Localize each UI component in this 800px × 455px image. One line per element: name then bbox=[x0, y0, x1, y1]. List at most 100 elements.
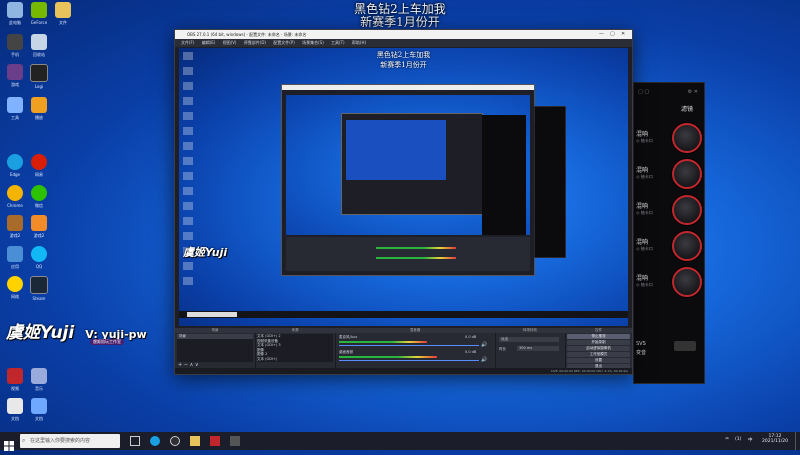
panel-toolbar: ▢ ▢ ⚙ ✕ bbox=[638, 89, 698, 97]
sources-list: 文本 (GDI+) 2 视频采集设备 文本 (GDI+) 3 图像 图像 2 文… bbox=[257, 334, 333, 362]
filter-knob[interactable] bbox=[672, 267, 702, 297]
menu-docks[interactable]: 停靠部件(D) bbox=[244, 40, 266, 45]
stop-stream-button[interactable]: 停止推流 bbox=[567, 334, 630, 339]
menu-scene-collection[interactable]: 场景集合(S) bbox=[302, 40, 324, 45]
mixer-dock: 混音器 麦克风/Aux 0.0 dB 桌面音频 0.0 dB 🔊 🔊 bbox=[335, 328, 496, 368]
filter-label: 混响 bbox=[636, 167, 649, 174]
tray-volume-icon[interactable]: (1) bbox=[735, 437, 741, 442]
doc-icon[interactable]: 文档 bbox=[4, 398, 26, 428]
tray-clock[interactable]: 17:12 2021/11/20 bbox=[760, 434, 790, 444]
streamer-watermark: 虞姬Yuji V: yuji-pw bbox=[6, 318, 147, 343]
start-recording-button[interactable]: 开始录制 bbox=[567, 340, 630, 345]
close-icon[interactable]: ✕ bbox=[621, 30, 625, 39]
filter-row-3[interactable]: 混响 ◎ 抽卡口 bbox=[636, 193, 702, 229]
obs-statusbar: LIVE: 00:00:00 REC: 00:00:00 CPU: 2.1%, … bbox=[175, 368, 632, 374]
filter-knob[interactable] bbox=[672, 231, 702, 261]
panel-toggle[interactable] bbox=[674, 341, 696, 351]
mixer-mic-speaker-icon[interactable]: 🔊 bbox=[481, 342, 487, 348]
mixer-desktop-speaker-icon[interactable]: 🔊 bbox=[481, 357, 487, 363]
mixer-desktop-label: 桌面音频 bbox=[339, 350, 353, 354]
task-view-icon[interactable] bbox=[130, 436, 140, 446]
obs-title: OBS 27.0.1 (64 bit, windows) - 配置文件: 未命名… bbox=[187, 32, 307, 37]
preview-nested-obs bbox=[281, 84, 535, 276]
mixer-mic-fader[interactable] bbox=[339, 345, 479, 346]
preview-desktop-icons bbox=[183, 52, 213, 302]
menu-tools[interactable]: 工具(T) bbox=[331, 40, 345, 45]
panel-bottom-label: SVS bbox=[636, 341, 646, 347]
netease-icon[interactable]: 网易 bbox=[28, 154, 50, 184]
game-icon[interactable]: 游戏 bbox=[4, 64, 26, 94]
stream-banner-line2: 新赛季1月份开 bbox=[360, 15, 440, 29]
obs-preview[interactable]: 黑色钻2上车加我 新赛季1月份开 虞姬Yuji bbox=[179, 48, 628, 326]
geforce-icon[interactable]: GeForce bbox=[28, 2, 50, 32]
menu-edit[interactable]: 编辑(E) bbox=[202, 40, 216, 45]
filter-row-5[interactable]: 混响 ◎ 抽卡口 bbox=[636, 265, 702, 301]
chrome-icon[interactable]: Chrome bbox=[4, 185, 26, 215]
norton-icon[interactable]: 网络 bbox=[4, 276, 26, 306]
logitech-icon[interactable]: Logi bbox=[28, 64, 50, 94]
filter-sub: ◎ 抽卡口 bbox=[636, 282, 653, 287]
video-icon[interactable]: 视频 bbox=[4, 368, 26, 398]
tray-date: 2021/11/20 bbox=[762, 439, 788, 444]
panel-menu-icon[interactable]: ▢ ▢ bbox=[638, 89, 649, 95]
show-desktop-button[interactable] bbox=[795, 432, 800, 450]
tool-icon[interactable]: 工具 bbox=[4, 97, 26, 127]
filter-knob[interactable] bbox=[672, 195, 702, 225]
menu-view[interactable]: 视图(V) bbox=[223, 40, 237, 45]
game2-icon[interactable]: 游戏2 bbox=[4, 215, 26, 245]
controls-dock: 控件 停止推流 开始录制 启动虚拟摄像机 工作室模式 设置 退出 bbox=[565, 328, 632, 369]
this-pc-icon[interactable]: 此电脑 bbox=[4, 2, 26, 32]
music-icon[interactable]: 音乐 bbox=[28, 368, 50, 398]
preview-nested-panel bbox=[534, 106, 566, 258]
studio-mode-button[interactable]: 工作室模式 bbox=[567, 352, 630, 357]
taskbar-obs-icon[interactable] bbox=[170, 436, 180, 446]
qq-icon[interactable]: QQ bbox=[28, 246, 50, 276]
filter-row-2[interactable]: 混响 ◎ 抽卡口 bbox=[636, 157, 702, 193]
edge-icon[interactable]: Edge bbox=[4, 154, 26, 184]
filter-knob[interactable] bbox=[672, 123, 702, 153]
voice-filter-panel: ▢ ▢ ⚙ ✕ 滤镜 混响 ◎ 抽卡口 混响 ◎ 抽卡口 混响 ◎ 抽卡口 混响… bbox=[633, 82, 705, 384]
taskbar-edge-icon[interactable] bbox=[150, 436, 160, 446]
taskbar-search-input[interactable]: 在这里输入你要搜索的内容 bbox=[20, 434, 120, 448]
source-item[interactable]: 文本 (GDI+) bbox=[257, 357, 333, 362]
phone-icon[interactable]: 手机 bbox=[4, 34, 26, 64]
settings-button[interactable]: 设置 bbox=[567, 358, 630, 363]
tray-network-icon[interactable]: ♒ bbox=[725, 437, 729, 442]
tray-lang[interactable]: 中 bbox=[748, 437, 753, 443]
app-icon[interactable]: 应用 bbox=[4, 246, 26, 276]
transition-select[interactable]: 淡出 bbox=[499, 337, 559, 342]
preview-taskbar bbox=[179, 311, 628, 318]
doc2-icon[interactable]: 文档 bbox=[28, 398, 50, 428]
duration-label: 时长 bbox=[499, 347, 506, 351]
folder-icon[interactable]: 文件 bbox=[52, 2, 74, 32]
steam-icon[interactable]: Steam bbox=[28, 276, 50, 306]
wechat-icon[interactable]: 微信 bbox=[28, 185, 50, 215]
mixer-desktop-db: 0.0 dB bbox=[465, 350, 477, 354]
sources-dock: 来源 文本 (GDI+) 2 视频采集设备 文本 (GDI+) 3 图像 图像 … bbox=[255, 328, 336, 368]
media-icon[interactable]: 播放 bbox=[28, 97, 50, 127]
scene-item[interactable]: 场景 bbox=[177, 334, 253, 339]
filter-label: 混响 bbox=[636, 275, 649, 282]
scenes-list: 场景 bbox=[177, 334, 253, 362]
virtual-camera-button[interactable]: 启动虚拟摄像机 bbox=[567, 346, 630, 351]
filter-row-4[interactable]: 混响 ◎ 抽卡口 bbox=[636, 229, 702, 265]
taskbar-explorer-icon[interactable] bbox=[190, 436, 200, 446]
mixer-desktop-fader[interactable] bbox=[339, 360, 479, 361]
filter-row-1[interactable]: 混响 ◎ 抽卡口 bbox=[636, 121, 702, 157]
recycle-icon[interactable]: 回收站 bbox=[28, 34, 50, 64]
menu-file[interactable]: 文件(F) bbox=[181, 40, 194, 45]
taskbar-app2-icon[interactable] bbox=[230, 436, 240, 446]
panel-close-icon[interactable]: ⚙ ✕ bbox=[688, 89, 698, 95]
mixer-mic-db: 0.0 dB bbox=[465, 335, 477, 339]
filter-knob[interactable] bbox=[672, 159, 702, 189]
duration-input[interactable]: 300 ms bbox=[517, 346, 559, 351]
taskbar-app-icon[interactable] bbox=[210, 436, 220, 446]
menu-help[interactable]: 帮助(H) bbox=[352, 40, 366, 45]
menu-profile[interactable]: 配置文件(P) bbox=[273, 40, 295, 45]
minimize-icon[interactable]: — bbox=[599, 30, 604, 39]
windows-start-icon[interactable] bbox=[4, 436, 14, 451]
controls-title: 控件 bbox=[565, 328, 632, 333]
game2-alt-icon[interactable]: 游戏2 bbox=[28, 215, 50, 245]
maximize-icon[interactable]: ▢ bbox=[610, 30, 615, 39]
filter-sub: ◎ 抽卡口 bbox=[636, 246, 653, 251]
